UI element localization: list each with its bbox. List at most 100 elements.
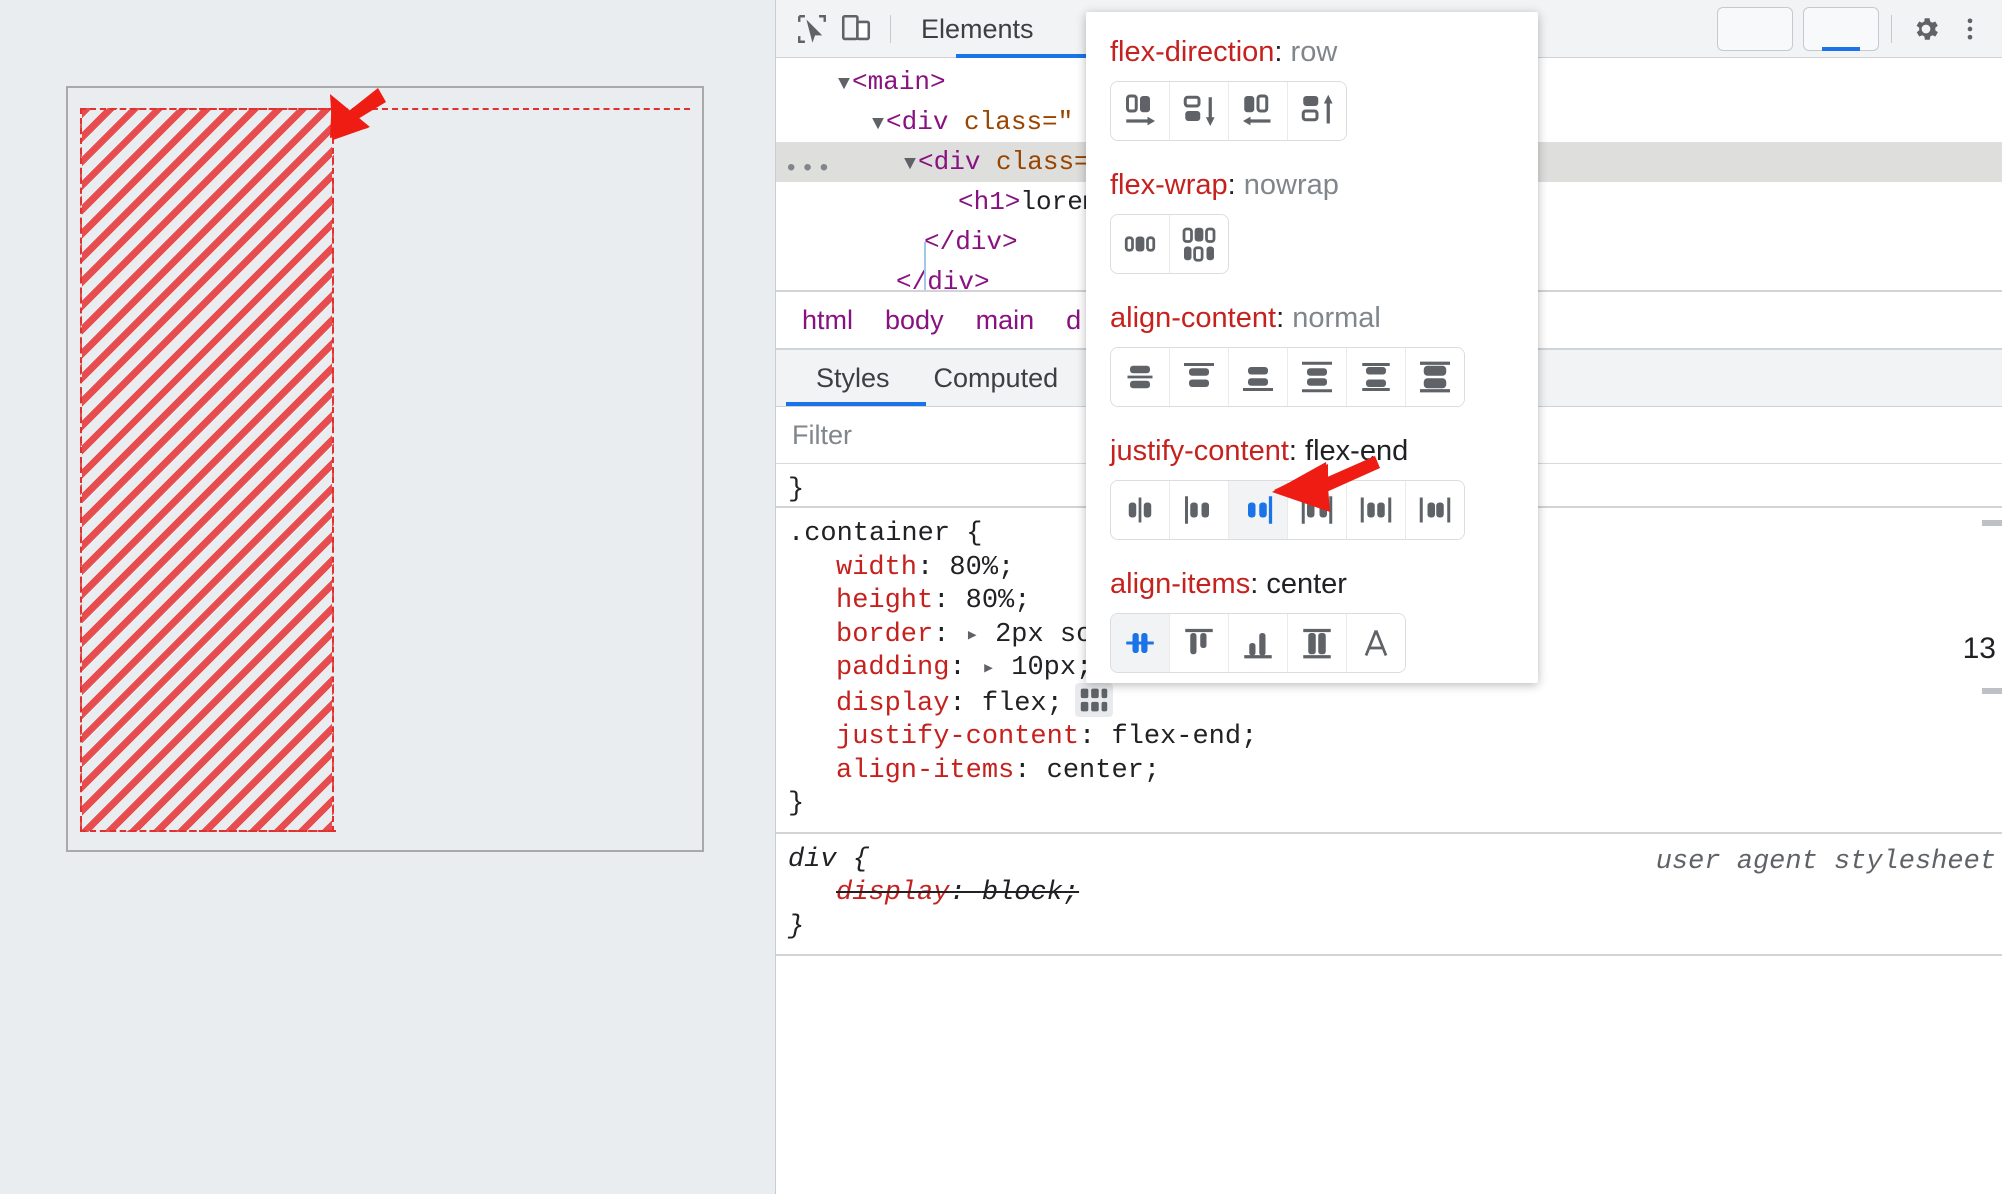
disclosure-triangle-icon[interactable]: ▼ [838,73,850,96]
declaration-value[interactable]: flex; [982,689,1063,719]
justify-content-value: flex-end [1305,435,1409,467]
flex-wrap-label: flex-wrap [1110,169,1228,201]
justify-content-center-icon[interactable] [1111,481,1170,539]
page-heading: lorem ipsum [408,440,686,498]
declaration-name[interactable]: display [836,878,949,908]
flex-editor-section-align-items: align-items: center [1086,568,1538,695]
dom-node-tag: </div> [924,227,1018,257]
flex-wrap-wrap-icon[interactable] [1170,215,1228,273]
declaration-value[interactable]: flex-end; [1111,722,1257,752]
flex-direction-row-reverse-icon[interactable] [1229,82,1288,140]
flex-wrap-button-group[interactable] [1110,214,1229,274]
align-content-value: normal [1292,302,1381,334]
flex-direction-button-group[interactable] [1110,81,1347,141]
tab-computed[interactable]: Computed [912,350,1081,406]
flex-content-area: lorem ipsum [78,98,692,840]
rule-closing-brace: } [788,789,805,820]
rule-closing-brace: } [788,911,805,942]
disclosure-triangle-icon[interactable]: ▼ [872,113,884,136]
justify-content-button-group[interactable] [1110,480,1465,540]
flex-wrap-nowrap-icon[interactable] [1111,215,1170,273]
flex-direction-value: row [1290,36,1338,68]
align-content-space-around-icon[interactable] [1347,348,1406,406]
align-content-label: align-content [1110,302,1277,334]
align-content-button-group[interactable] [1110,347,1465,407]
declaration-align-items[interactable]: align-items: center; [788,755,2002,789]
justify-content-space-evenly-icon[interactable] [1406,481,1464,539]
declaration-display-block[interactable]: display: block; [788,877,2002,911]
justify-content-space-around-icon[interactable] [1347,481,1406,539]
flex-editor-section-flex-direction: flex-direction: row [1086,36,1538,163]
align-content-title: align-content: normal [1110,302,1381,334]
flex-direction-column-reverse-icon[interactable] [1288,82,1346,140]
expand-triangle-icon[interactable]: ▸ [966,623,979,648]
toolbar-divider [890,14,891,43]
breadcrumb-item-html[interactable]: html [786,305,869,336]
scrollbar-tick[interactable] [1982,520,2002,526]
declaration-name[interactable]: align-items [836,756,1014,786]
tab-styles[interactable]: Styles [794,350,912,406]
flex-wrap-value: nowrap [1243,169,1339,201]
declaration-name[interactable]: justify-content [836,722,1079,752]
justify-content-space-between-icon[interactable] [1288,481,1347,539]
expand-triangle-icon[interactable]: ▸ [982,656,995,681]
breadcrumb-item-main[interactable]: main [960,305,1051,336]
source-line-number[interactable]: 13 [1963,632,1996,666]
align-content-flex-end-icon[interactable] [1229,348,1288,406]
settings-gear-icon[interactable] [1904,7,1948,51]
align-content-flex-start-icon[interactable] [1170,348,1229,406]
align-items-baseline-icon[interactable] [1347,614,1405,672]
align-items-flex-start-icon[interactable] [1170,614,1229,672]
align-content-center-icon[interactable] [1111,348,1170,406]
align-items-flex-end-icon[interactable] [1229,614,1288,672]
align-content-space-between-icon[interactable] [1288,348,1347,406]
align-items-center-icon[interactable] [1111,614,1170,672]
toolbar-right-group [1707,6,2002,51]
dom-node-tag: <div class=" [886,107,1074,137]
rule-closing-brace: } [788,475,805,505]
declaration-value[interactable]: block; [982,878,1079,908]
declaration-name[interactable]: display [836,689,949,719]
more-options-icon[interactable] [1948,7,1992,51]
flex-direction-row-icon[interactable] [1111,82,1170,140]
inspect-cursor-icon[interactable] [790,7,834,51]
align-items-stretch-icon[interactable] [1288,614,1347,672]
toolbar-pill-1[interactable] [1717,6,1793,51]
declaration-value[interactable]: 10px; [1011,653,1092,683]
dom-node-tag: <h1> [958,187,1021,217]
dom-indent-guide [924,242,926,290]
declaration-value[interactable]: center; [1047,756,1160,786]
declaration-name[interactable]: width [836,553,917,583]
declaration-justify-content[interactable]: justify-content: flex-end; [788,721,2002,755]
flex-container-outline: lorem ipsum [66,86,704,852]
justify-content-flex-end-icon[interactable] [1229,481,1288,539]
toolbar-divider-2 [1891,14,1892,43]
flex-editor-section-justify-content: justify-content: flex-end [1086,435,1538,562]
breadcrumb-item-body[interactable]: body [869,305,960,336]
disclosure-triangle-icon[interactable]: ▼ [904,153,916,176]
align-items-value: center [1266,568,1347,600]
flex-wrap-title: flex-wrap: nowrap [1110,169,1339,201]
scrollbar-tick[interactable] [1982,688,2002,694]
toolbar-pill-2[interactable] [1803,6,1879,51]
stylesheet-origin-label: user agent stylesheet [1655,846,1996,877]
flexbox-editor-popup[interactable]: flex-direction: row flex-wrap: nowrap al… [1086,12,1538,683]
declaration-value[interactable]: 80%; [949,553,1014,583]
flex-direction-column-icon[interactable] [1170,82,1229,140]
dom-node-tag: <div class= [918,147,1090,177]
tab-elements[interactable]: Elements [903,0,1052,58]
align-content-stretch-icon[interactable] [1406,348,1464,406]
declaration-value[interactable]: 80%; [966,586,1031,616]
rule-block-div-ua[interactable]: div { user agent stylesheet display: blo… [776,834,2002,957]
justify-content-flex-start-icon[interactable] [1170,481,1229,539]
declaration-name[interactable]: height [836,586,933,616]
declaration-name[interactable]: border [836,620,933,650]
align-items-button-group[interactable] [1110,613,1406,673]
tab-styles-underline [786,402,926,406]
justify-content-label: justify-content [1110,435,1289,467]
flex-editor-section-flex-wrap: flex-wrap: nowrap [1086,169,1538,296]
declaration-name[interactable]: padding [836,653,949,683]
dom-node-tag: <main> [852,67,946,97]
align-items-title: align-items: center [1110,568,1347,600]
device-toolbar-icon[interactable] [834,7,878,51]
